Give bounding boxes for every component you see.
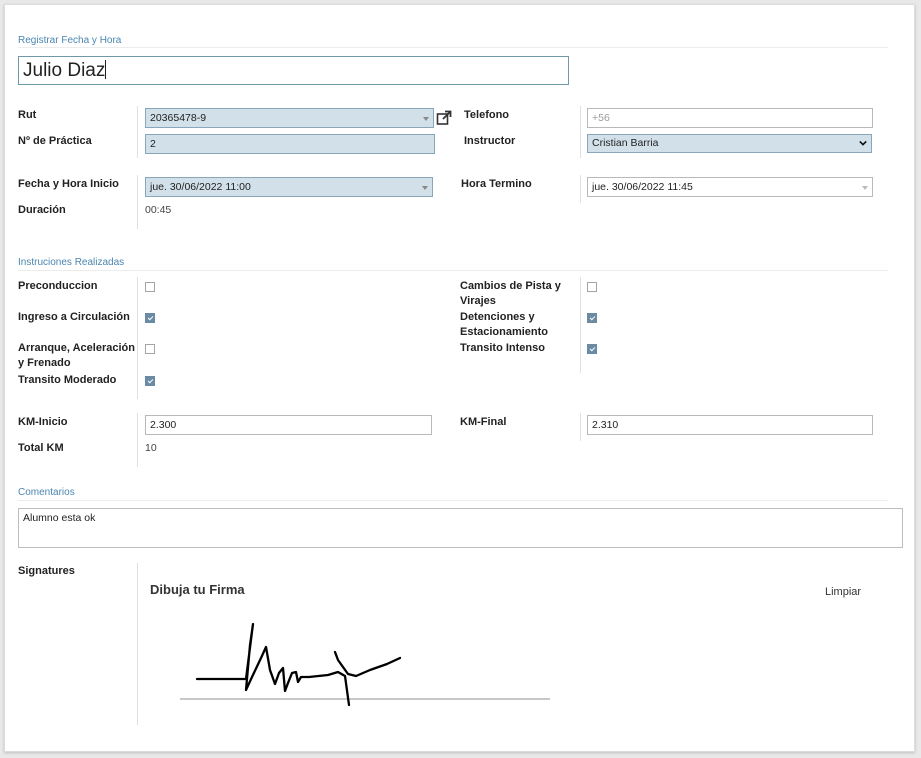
column-divider (137, 106, 138, 158)
total-km-value: 10 (145, 442, 157, 454)
km-final-label: KM-Final (460, 416, 507, 428)
instructor-label: Instructor (464, 135, 516, 147)
telefono-input[interactable]: +56 (587, 108, 873, 128)
rut-label: Rut (18, 109, 37, 121)
signature-canvas[interactable] (145, 610, 565, 725)
student-name-input[interactable]: Julio Diaz (18, 56, 569, 85)
instruction-label-preconduccion: Preconduccion (18, 280, 98, 292)
column-divider (137, 413, 138, 467)
fecha-inicio-label: Fecha y Hora Inicio (18, 178, 119, 190)
telefono-placeholder: +56 (592, 112, 610, 124)
text-cursor (105, 60, 107, 79)
form-sheet: Registrar Fecha y Hora Julio Diaz Rut Nº… (4, 4, 915, 752)
column-divider (137, 563, 138, 725)
instruction-checkbox-detenciones[interactable] (587, 313, 597, 323)
instruction-label-transito-moderado: Transito Moderado (18, 374, 117, 386)
instruction-checkbox-transito-intenso[interactable] (587, 344, 597, 354)
chevron-down-icon (859, 140, 867, 146)
column-divider (137, 277, 138, 399)
fecha-inicio-value: jue. 30/06/2022 11:00 (150, 181, 251, 193)
instruction-label-transito-intenso: Transito Intenso (460, 342, 545, 354)
column-divider (137, 175, 138, 229)
section-title-comments: Comentarios (18, 487, 75, 498)
duracion-label: Duración (18, 204, 66, 216)
hora-termino-value: jue. 30/06/2022 11:45 (592, 181, 693, 193)
section-title-register: Registrar Fecha y Hora (18, 35, 122, 46)
instruction-label-arranque: Arranque, Aceleración y Frenado (18, 342, 135, 369)
rut-select[interactable]: 20365478-9 (145, 108, 434, 128)
duracion-value: 00:45 (145, 204, 172, 216)
instruction-label-ingreso: Ingreso a Circulación (18, 311, 130, 323)
hora-termino-label: Hora Termino (461, 178, 532, 190)
practica-label: Nº de Práctica (18, 135, 92, 147)
external-link-icon[interactable] (436, 110, 452, 126)
chevron-down-icon (422, 186, 428, 190)
chevron-down-icon (423, 117, 429, 121)
student-name-text: Julio Diaz (23, 60, 106, 81)
km-inicio-label: KM-Inicio (18, 416, 68, 428)
clear-signature-button[interactable]: Limpiar (825, 586, 861, 598)
km-inicio-value: 2.300 (150, 419, 177, 431)
instruction-label-cambios-pista: Cambios de Pista y Virajes (460, 280, 561, 307)
column-divider (580, 277, 581, 373)
telefono-label: Telefono (464, 109, 510, 121)
instructor-select[interactable]: Cristian Barria (587, 134, 872, 153)
section-divider (18, 47, 888, 48)
column-divider (580, 413, 581, 441)
instruction-checkbox-preconduccion[interactable] (145, 282, 155, 292)
instructor-value: Cristian Barria (592, 137, 659, 149)
rut-value: 20365478-9 (150, 112, 207, 124)
instruction-checkbox-cambios-pista[interactable] (587, 282, 597, 292)
hora-termino-datetime[interactable]: jue. 30/06/2022 11:45 (587, 177, 873, 197)
total-km-label: Total KM (18, 442, 64, 454)
column-divider (580, 175, 581, 203)
instruction-checkbox-ingreso[interactable] (145, 313, 155, 323)
section-title-instructions: Instruciones Realizadas (18, 257, 125, 268)
chevron-down-icon (862, 186, 868, 190)
instruction-checkbox-transito-moderado[interactable] (145, 376, 155, 386)
fecha-inicio-datetime[interactable]: jue. 30/06/2022 11:00 (145, 177, 433, 197)
km-final-value: 2.310 (592, 419, 619, 431)
signature-pad-title: Dibuja tu Firma (150, 582, 245, 597)
practica-input[interactable]: 2 (145, 134, 435, 154)
column-divider (580, 106, 581, 158)
km-inicio-input[interactable]: 2.300 (145, 415, 432, 435)
km-final-input[interactable]: 2.310 (587, 415, 873, 435)
comment-text: Alumno esta ok (23, 512, 96, 524)
section-divider (18, 270, 888, 271)
instruction-checkbox-arranque[interactable] (145, 344, 155, 354)
instruction-label-detenciones: Detenciones y Estacionamiento (460, 311, 549, 338)
comment-textarea[interactable]: Alumno esta ok (18, 508, 903, 548)
signatures-label: Signatures (18, 565, 75, 577)
practica-value: 2 (150, 138, 156, 150)
section-divider (18, 500, 888, 501)
